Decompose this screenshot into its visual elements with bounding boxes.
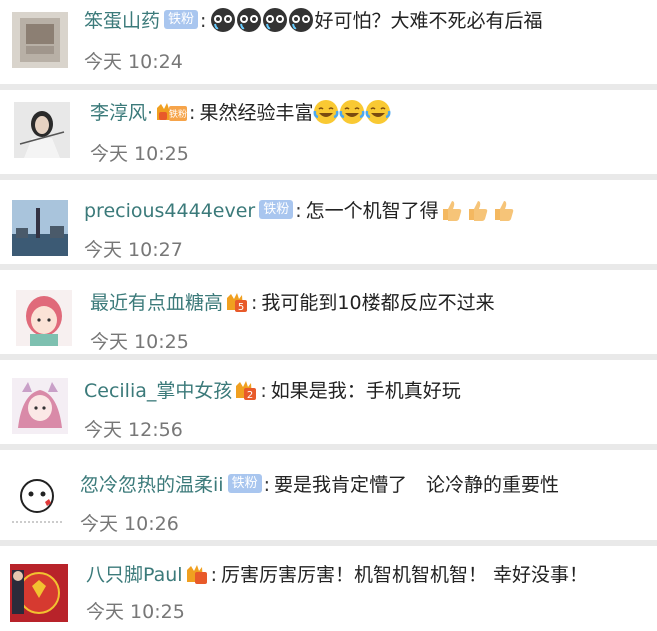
timestamp: 今天 10:25 [90, 331, 189, 353]
username[interactable]: precious4444ever [84, 200, 255, 222]
thumbs-up-icon [439, 200, 517, 222]
comment-item: Cecilia_掌中女孩 2: 如果是我：手机真好玩 今天 12:56 [0, 360, 657, 444]
crown-fan-badge-icon [186, 564, 207, 584]
colon: : [260, 380, 267, 402]
fan-badge: 铁粉 [164, 10, 199, 29]
avatar[interactable] [12, 200, 68, 256]
username[interactable]: 笨蛋山药 [84, 10, 160, 32]
timestamp: 今天 12:56 [84, 419, 183, 441]
comment-text: 如果是我：手机真好玩 [270, 380, 461, 402]
username[interactable]: 李淳风· [90, 102, 153, 124]
colon: : [295, 200, 302, 222]
crying-mask-face-icon [210, 7, 314, 32]
comment-item: 忽冷忽热的温柔ii 铁粉: 要是我肯定懵了 论冷静的重要性 今天 10:26 [0, 450, 657, 540]
colon: : [189, 102, 196, 124]
username[interactable]: 忽冷忽热的温柔ii [80, 474, 224, 496]
svg-text:2: 2 [247, 390, 253, 401]
comment-text: 果然经验丰富 [199, 102, 314, 124]
comment-item: 八只脚Paul: 厉害厉害厉害！机智机智机智！ 幸好没事！ 今天 10:25 [0, 546, 657, 631]
avatar[interactable] [12, 378, 68, 434]
colon: : [210, 564, 217, 586]
username[interactable]: Cecilia_掌中女孩 [84, 380, 232, 402]
colon: : [200, 10, 207, 32]
avatar[interactable] [16, 290, 72, 346]
comment-text: 好可怕？大难不死必有后福 [314, 10, 543, 32]
crown-level-badge-icon: 2 [236, 380, 257, 401]
timestamp: 今天 10:25 [86, 601, 185, 623]
username[interactable]: 最近有点血糖高 [90, 292, 223, 314]
avatar[interactable] [8, 472, 66, 530]
comment-text: 我可能到10楼都反应不过来 [261, 292, 495, 314]
comment-text: 怎一个机智了得 [305, 200, 439, 222]
svg-text:铁粉: 铁粉 [169, 108, 187, 120]
timestamp: 今天 10:27 [84, 239, 183, 261]
laughing-tears-face-icon [313, 99, 391, 124]
timestamp: 今天 10:25 [90, 143, 189, 165]
avatar[interactable] [14, 102, 70, 158]
comment-item: precious4444ever 铁粉: 怎一个机智了得 今天 10:27 [0, 180, 657, 264]
avatar[interactable] [12, 12, 68, 68]
comment-item: 笨蛋山药 铁粉: 好可怕？大难不死必有后福 今天 10:24 [0, 0, 657, 84]
timestamp: 今天 10:26 [80, 513, 179, 535]
crown-fan-badge-icon: 铁粉 [157, 102, 188, 121]
comment-item: 李淳风· 铁粉: 果然经验丰富 今天 10:25 [0, 90, 657, 174]
crown-level-badge-icon: 5 [227, 292, 248, 313]
username[interactable]: 八只脚Paul [86, 564, 183, 586]
comment-text: 要是我肯定懵了 论冷静的重要性 [273, 474, 559, 496]
comment-text: 厉害厉害厉害！机智机智机智！ 幸好没事！ [220, 564, 589, 586]
timestamp: 今天 10:24 [84, 51, 183, 73]
fan-badge: 铁粉 [227, 474, 262, 493]
avatar[interactable] [10, 564, 68, 622]
comment-item: 最近有点血糖高 5: 我可能到10楼都反应不过来 今天 10:25 [0, 270, 657, 354]
colon: : [263, 474, 270, 496]
svg-text:5: 5 [238, 302, 244, 313]
fan-badge: 铁粉 [259, 200, 294, 219]
colon: : [251, 292, 258, 314]
